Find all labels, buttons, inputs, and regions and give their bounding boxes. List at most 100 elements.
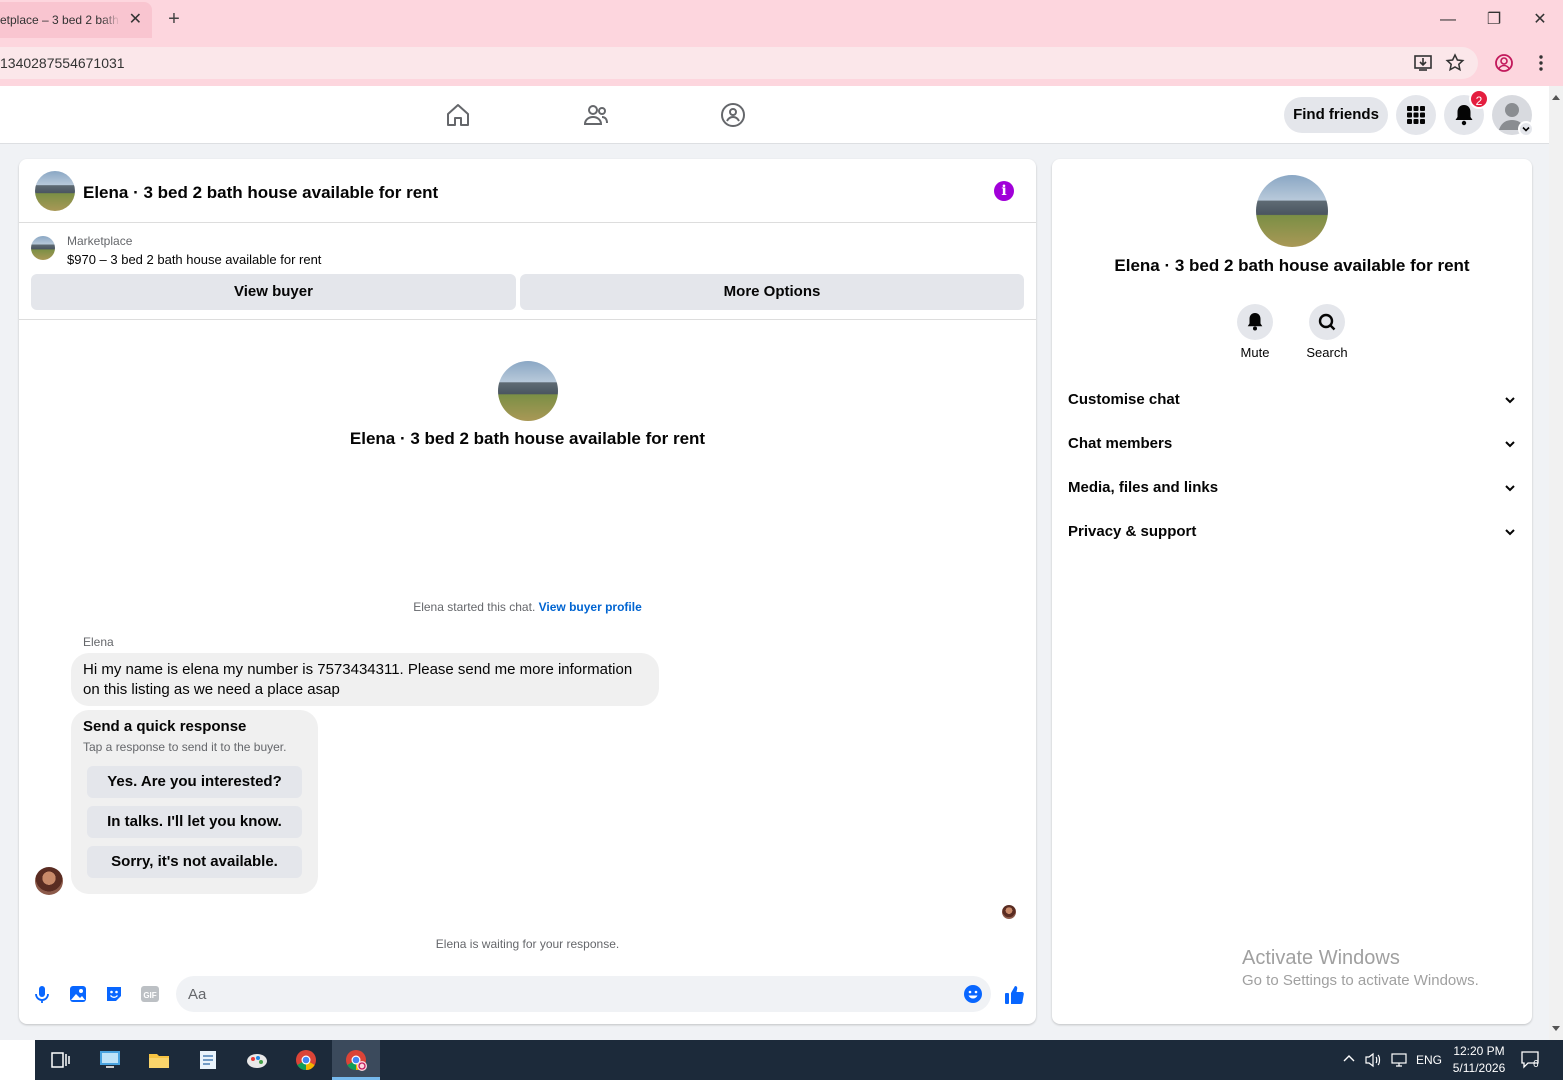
friends-icon[interactable] xyxy=(583,102,609,128)
view-buyer-button[interactable]: View buyer xyxy=(31,274,516,310)
sticker-icon[interactable] xyxy=(104,984,124,1004)
customise-chat-row[interactable]: Customise chat xyxy=(1068,378,1516,422)
browser-tab-bar: etplace – 3 bed 2 bath house ✕ + — ❐ ✕ xyxy=(0,0,1563,40)
profile-avatar[interactable] xyxy=(498,361,558,421)
seen-receipt-avatar xyxy=(1002,905,1016,919)
account-chevron-icon[interactable] xyxy=(1518,121,1534,137)
search-button[interactable] xyxy=(1309,304,1345,340)
gif-icon[interactable]: GIF xyxy=(140,984,160,1004)
media-files-links-label: Media, files and links xyxy=(1068,479,1219,496)
activate-windows-subtitle: Go to Settings to activate Windows. xyxy=(1242,972,1479,989)
url-field[interactable]: 1340287554671031 xyxy=(0,47,1478,79)
privacy-support-row[interactable]: Privacy & support xyxy=(1068,510,1516,554)
volume-icon[interactable] xyxy=(1364,1052,1382,1068)
tray-chevron-up-icon[interactable] xyxy=(1342,1052,1356,1066)
chat-details-panel: Elena · 3 bed 2 bath house available for… xyxy=(1052,159,1532,1024)
listing-price-title[interactable]: $970 – 3 bed 2 bath house available for … xyxy=(67,252,321,267)
facebook-top-nav: Find friends xyxy=(0,86,1563,144)
microphone-icon[interactable] xyxy=(32,984,52,1004)
address-bar-row: 1340287554671031 xyxy=(0,40,1563,86)
minimize-button[interactable]: — xyxy=(1434,8,1462,32)
marketplace-listing-bar: Marketplace $970 – 3 bed 2 bath house av… xyxy=(19,224,1036,320)
chat-members-row[interactable]: Chat members xyxy=(1068,422,1516,466)
tab-title: etplace – 3 bed 2 bath house xyxy=(0,13,120,27)
quick-response-yes[interactable]: Yes. Are you interested? xyxy=(87,766,302,798)
bell-icon xyxy=(1247,313,1263,331)
grid-icon xyxy=(1407,106,1425,124)
details-avatar[interactable] xyxy=(1256,175,1328,247)
chat-started-notice: Elena started this chat. View buyer prof… xyxy=(19,600,1036,614)
bookmark-star-icon[interactable] xyxy=(1445,53,1465,73)
mute-button[interactable] xyxy=(1237,304,1273,340)
install-app-icon[interactable] xyxy=(1413,53,1433,73)
language-indicator[interactable]: ENG xyxy=(1416,1053,1442,1067)
details-name: Elena · 3 bed 2 bath house available for… xyxy=(1114,256,1470,275)
message-input[interactable] xyxy=(176,976,991,1012)
groups-icon[interactable] xyxy=(720,102,746,128)
browser-tab[interactable]: etplace – 3 bed 2 bath house ✕ xyxy=(0,2,152,38)
view-buyer-profile-link[interactable]: View buyer profile xyxy=(539,600,642,614)
network-icon[interactable] xyxy=(1390,1052,1408,1068)
quick-response-title: Send a quick response xyxy=(83,718,247,735)
notification-badge: 2 xyxy=(1469,89,1489,109)
chevron-down-icon xyxy=(1504,466,1516,510)
paint-icon[interactable] xyxy=(245,1048,269,1072)
profile-name: Elena · 3 bed 2 bath house available for… xyxy=(349,429,706,448)
quick-response-in-talks[interactable]: In talks. I'll let you know. xyxy=(87,806,302,838)
media-files-links-row[interactable]: Media, files and links xyxy=(1068,466,1516,510)
chrome-icon[interactable] xyxy=(294,1048,318,1072)
sender-name: Elena xyxy=(83,635,114,649)
photo-icon[interactable] xyxy=(68,984,88,1004)
message-bubble[interactable]: Hi my name is elena my number is 7573434… xyxy=(71,653,659,706)
quick-response-sorry[interactable]: Sorry, it's not available. xyxy=(87,846,302,878)
chat-panel: Elena · 3 bed 2 bath house available for… xyxy=(19,159,1036,1024)
computer-icon[interactable] xyxy=(98,1048,122,1072)
browser-menu-icon[interactable] xyxy=(1531,53,1551,73)
menu-grid-button[interactable] xyxy=(1396,95,1436,135)
find-friends-button[interactable]: Find friends xyxy=(1284,97,1388,133)
search-label: Search xyxy=(1306,345,1348,360)
windows-taskbar xyxy=(0,1040,1563,1080)
chevron-down-icon xyxy=(1504,510,1516,554)
waiting-notice: Elena is waiting for your response. xyxy=(435,937,620,951)
thumbs-up-icon[interactable] xyxy=(1003,984,1024,1004)
sender-avatar[interactable] xyxy=(35,867,63,895)
chat-title[interactable]: Elena · 3 bed 2 bath house available for… xyxy=(83,183,438,203)
notepad-icon[interactable] xyxy=(196,1048,220,1072)
quick-response-card: Send a quick response Tap a response to … xyxy=(71,710,318,894)
clock-date: 5/11/2026 xyxy=(1452,1061,1506,1075)
listing-avatar[interactable] xyxy=(35,171,75,211)
chevron-down-icon xyxy=(1504,378,1516,422)
mute-label: Mute xyxy=(1240,345,1270,360)
emoji-icon[interactable] xyxy=(963,984,983,1004)
clock-time: 12:20 PM xyxy=(1453,1044,1505,1058)
started-text: Elena started this chat. xyxy=(413,600,536,614)
activate-windows-title: Activate Windows xyxy=(1242,947,1400,969)
privacy-support-label: Privacy & support xyxy=(1068,523,1197,540)
chat-header: Elena · 3 bed 2 bath house available for… xyxy=(19,159,1036,223)
chevron-down-icon xyxy=(1504,422,1516,466)
svg-text:GIF: GIF xyxy=(143,991,156,1000)
quick-response-subtitle: Tap a response to send it to the buyer. xyxy=(83,740,287,754)
customise-chat-label: Customise chat xyxy=(1068,391,1180,408)
taskbar-start-area[interactable] xyxy=(0,1040,35,1080)
file-explorer-icon[interactable] xyxy=(147,1048,171,1072)
search-icon xyxy=(1318,313,1336,331)
close-window-button[interactable]: ✕ xyxy=(1526,8,1554,32)
tab-close-icon[interactable]: ✕ xyxy=(129,11,142,29)
action-center-count: 6 xyxy=(1533,1059,1539,1070)
more-options-button[interactable]: More Options xyxy=(520,274,1024,310)
chrome-profile-icon[interactable] xyxy=(344,1048,368,1072)
new-tab-button[interactable]: + xyxy=(163,8,185,30)
profile-icon[interactable] xyxy=(1494,53,1514,73)
taskbar-clock[interactable]: 12:20 PM 5/11/2026 xyxy=(1446,1043,1512,1077)
restore-button[interactable]: ❐ xyxy=(1480,8,1508,32)
chat-members-label: Chat members xyxy=(1068,435,1173,452)
task-view-icon[interactable] xyxy=(48,1048,72,1072)
listing-thumbnail[interactable] xyxy=(31,236,55,260)
marketplace-label: Marketplace xyxy=(67,234,133,248)
info-icon[interactable]: i xyxy=(994,181,1014,201)
home-icon[interactable] xyxy=(445,102,471,128)
message-composer: GIF xyxy=(19,974,1036,1014)
page-scrollbar[interactable] xyxy=(1549,86,1563,1040)
